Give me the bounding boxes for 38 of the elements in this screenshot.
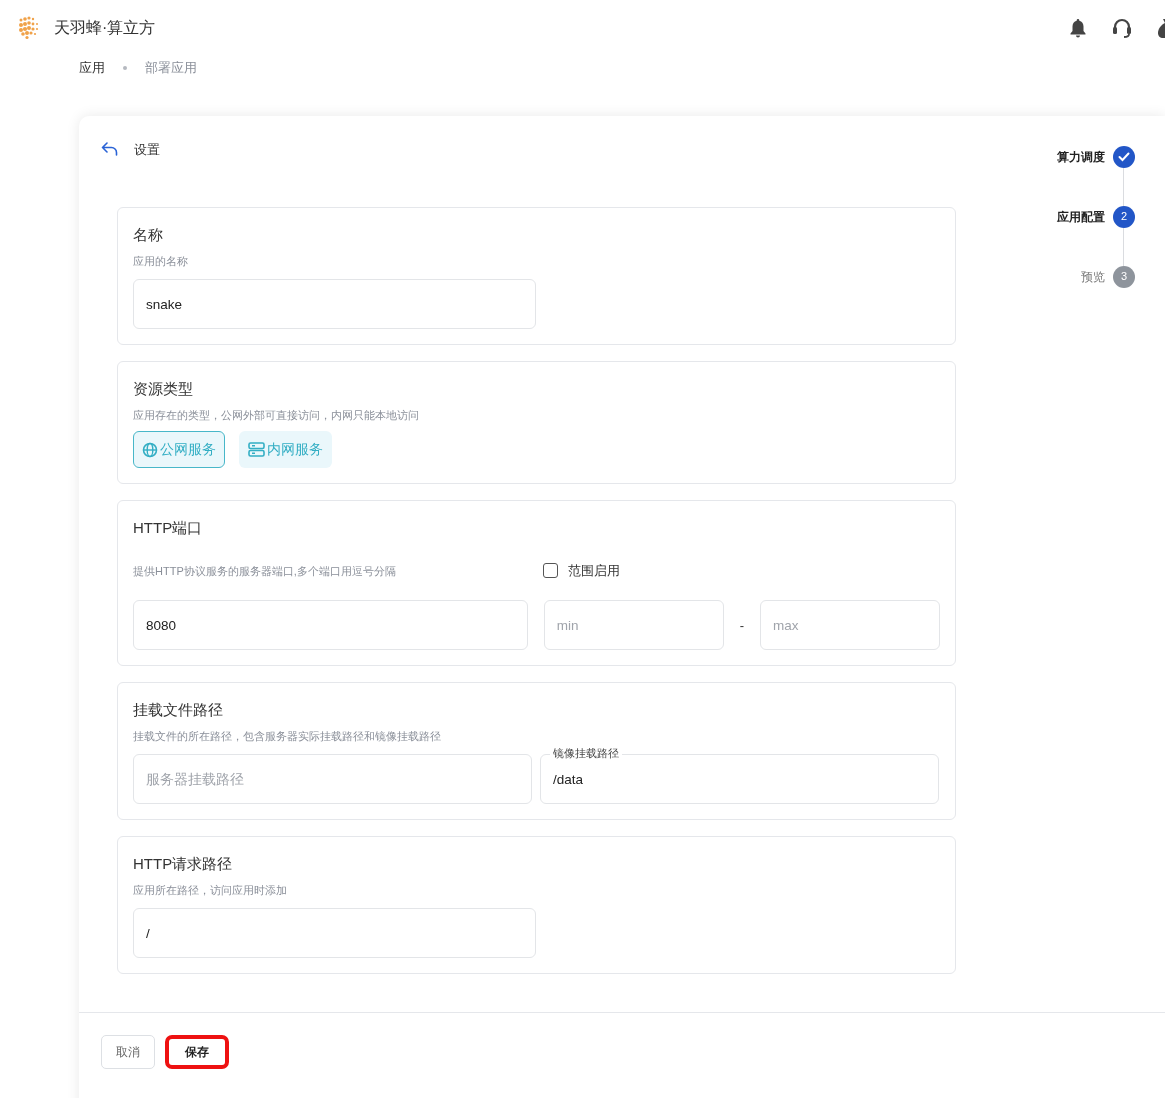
field-label: 镜像挂载路径 [550,745,622,762]
section-hint: 应用的名称 [133,253,189,269]
input-field[interactable]: snake [133,279,536,329]
breadcrumb-separator [123,65,127,70]
section-hint: 提供HTTP协议服务的服务器端口,多个端口用逗号分隔 [133,563,397,579]
step-label: 预览 [1081,268,1105,286]
input-field[interactable]: / [133,908,536,959]
checkbox[interactable] [543,563,558,579]
save-button[interactable]: 保存 [165,1035,229,1070]
step-label: 应用配置 [1057,208,1105,226]
section-title: 资源类型 [133,379,194,399]
input-field[interactable]: min [543,600,724,651]
bell-icon[interactable] [1069,18,1087,38]
server-icon [248,442,265,457]
step-indicator: 3 [1113,265,1135,288]
section-title: HTTP端口 [133,518,204,538]
input-field[interactable]: max [760,600,940,651]
section-hint: 应用所在路径，访问应用时添加 [133,882,288,898]
section-hint: 挂载文件的所在路径，包含服务器实际挂载路径和镜像挂载路径 [133,728,442,744]
input-field[interactable]: 8080 [133,600,528,651]
checkbox-label: 范围启用 [568,562,620,580]
step-indicator: 2 [1113,205,1135,228]
section-title: 挂载文件路径 [133,700,224,721]
globe-icon [142,441,158,458]
breadcrumb-item[interactable]: 应用 [79,58,105,78]
step-label: 算力调度 [1057,148,1105,166]
section-hint: 应用存在的类型，公网外部可直接访问，内网只能本地访问 [133,407,420,423]
breadcrumb-item: 部署应用 [145,59,197,77]
range-separator: - [739,616,744,635]
page-title: 设置 [134,140,160,159]
brand-name: 天羽蜂·算立方 [54,18,156,38]
input-field[interactable]: 服务器挂载路径 [133,754,532,805]
cancel-button[interactable]: 取消 [101,1035,155,1070]
section-title: 名称 [133,225,164,245]
back-icon[interactable] [101,142,118,157]
section-title: HTTP请求路径 [133,854,234,875]
headset-icon[interactable] [1111,17,1133,39]
logo-icon [18,16,40,40]
